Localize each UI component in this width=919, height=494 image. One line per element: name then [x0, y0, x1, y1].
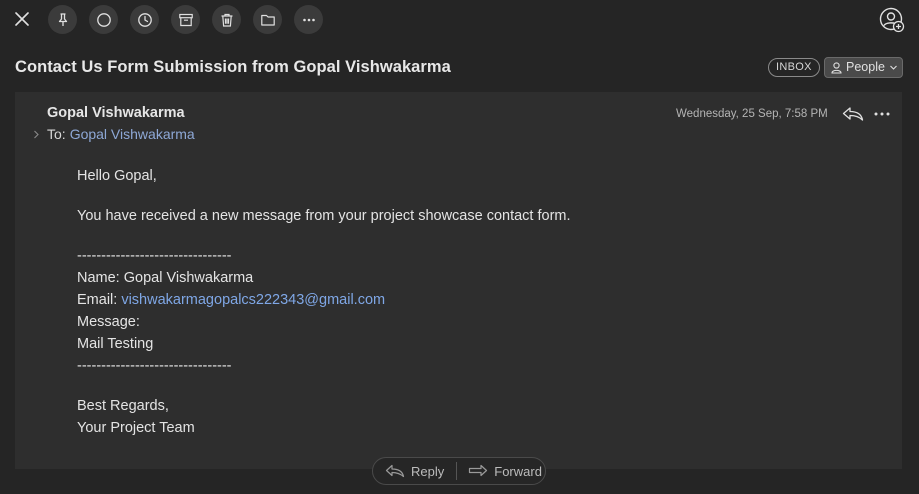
- reply-icon: [842, 107, 864, 121]
- archive-icon: [178, 13, 193, 26]
- reply-button[interactable]: Reply: [373, 458, 456, 484]
- more-icon: [302, 18, 315, 21]
- move-folder-icon: [260, 14, 275, 26]
- more-actions-button[interactable]: [294, 5, 323, 34]
- message-card: Gopal Vishwakarma To: Gopal Vishwakarma …: [15, 92, 902, 469]
- message-subject: Contact Us Form Submission from Gopal Vi…: [15, 58, 451, 76]
- body-name-line: Name: Gopal Vishwakarma: [77, 270, 254, 286]
- body-intro: You have received a new message from you…: [77, 208, 571, 224]
- folder-badge[interactable]: INBOX: [768, 58, 820, 77]
- body-separator-end: --------------------------------: [77, 358, 232, 374]
- mark-unread-button[interactable]: [89, 5, 118, 34]
- message-more-button[interactable]: [871, 104, 893, 124]
- body-separator: --------------------------------: [77, 248, 232, 264]
- close-icon: [15, 12, 29, 26]
- body-email-line: Email: vishwakarmagopalcs222343@gmail.co…: [77, 289, 571, 311]
- reply-forward-bar: Reply Forward: [372, 457, 546, 485]
- snooze-button[interactable]: [130, 5, 159, 34]
- recipient-row: To: Gopal Vishwakarma: [29, 126, 195, 142]
- chevron-down-icon: [890, 65, 897, 70]
- body-message-value: Mail Testing: [77, 336, 154, 352]
- body-message-label: Message:: [77, 314, 140, 330]
- mark-unread-icon: [96, 12, 111, 27]
- people-button[interactable]: People: [824, 57, 903, 78]
- reply-label: Reply: [411, 463, 445, 479]
- email-label: Email:: [77, 292, 122, 308]
- recipient-name[interactable]: Gopal Vishwakarma: [70, 126, 195, 142]
- body-greeting: Hello Gopal,: [77, 168, 157, 184]
- person-icon: [831, 61, 842, 74]
- close-button[interactable]: [11, 8, 33, 30]
- body-closing: Best Regards,: [77, 398, 169, 414]
- to-label: To:: [47, 126, 66, 142]
- pin-button[interactable]: [48, 5, 77, 34]
- forward-label: Forward: [494, 463, 542, 479]
- add-account-button[interactable]: [878, 6, 906, 34]
- add-account-icon: [879, 7, 905, 33]
- reply-icon: [385, 464, 405, 478]
- pin-icon: [58, 12, 67, 26]
- move-folder-button[interactable]: [253, 5, 282, 34]
- expand-details-button[interactable]: [29, 130, 43, 139]
- trash-button[interactable]: [212, 5, 241, 34]
- snooze-icon: [137, 12, 152, 27]
- sender-name[interactable]: Gopal Vishwakarma: [47, 105, 185, 121]
- forward-button[interactable]: Forward: [457, 458, 542, 484]
- more-icon: [874, 112, 890, 116]
- message-body: Hello Gopal, You have received a new mes…: [77, 165, 571, 439]
- archive-button[interactable]: [171, 5, 200, 34]
- people-label: People: [846, 60, 885, 74]
- body-signature: Your Project Team: [77, 420, 195, 436]
- toolbar: [0, 0, 919, 40]
- forward-icon: [469, 464, 488, 477]
- quick-reply-button[interactable]: [841, 104, 865, 124]
- chevron-right-icon: [33, 130, 39, 138]
- email-link[interactable]: vishwakarmagopalcs222343@gmail.com: [121, 292, 385, 308]
- trash-icon: [221, 13, 232, 27]
- message-timestamp: Wednesday, 25 Sep, 7:58 PM: [676, 108, 828, 120]
